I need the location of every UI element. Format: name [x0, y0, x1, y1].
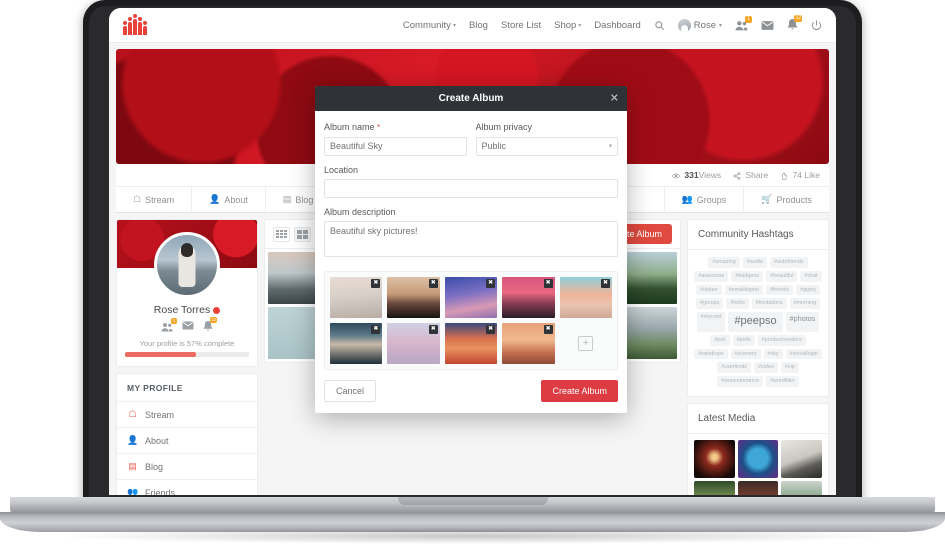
- remove-icon[interactable]: ✖: [543, 279, 553, 288]
- required-marker: *: [377, 123, 381, 132]
- album-privacy-label: Album privacy: [475, 122, 533, 132]
- album-photos-thumbnails: ✖ ✖ ✖ ✖ ✖ ✖ ✖ ✖ ✖ +: [324, 271, 618, 370]
- album-name-input[interactable]: [324, 136, 467, 156]
- remove-icon[interactable]: ✖: [486, 325, 496, 334]
- album-description-label: Album description: [324, 207, 396, 217]
- remove-icon[interactable]: ✖: [428, 325, 438, 334]
- modal-footer: Cancel Create Album: [315, 380, 627, 413]
- description-field-group: Album description Beautiful sky pictures…: [324, 207, 618, 262]
- thumb-dark-sea-dawn: ✖: [330, 323, 383, 364]
- album-name-label: Album name *: [324, 122, 467, 132]
- thumb-orange-storm: ✖: [444, 323, 498, 364]
- plus-icon: +: [578, 336, 594, 351]
- cancel-button[interactable]: Cancel: [324, 380, 377, 402]
- browser-viewport: Community ▾ Blog Store List Shop ▾ Dashb…: [109, 8, 836, 495]
- name-privacy-row: Album name * Album privacy PublicFriends…: [324, 122, 618, 165]
- remove-icon[interactable]: ✖: [428, 279, 438, 288]
- album-name-field-group: Album name *: [324, 122, 467, 156]
- thumb-pale-clouds: ✖: [330, 277, 383, 318]
- thumb-blue-pink-clouds: ✖: [444, 277, 498, 318]
- laptop-shadow: [60, 528, 885, 544]
- create-album-submit-button[interactable]: Create Album: [541, 380, 618, 402]
- album-privacy-select[interactable]: PublicFriendsOnly me: [475, 136, 618, 156]
- album-privacy-select-wrap: PublicFriendsOnly me: [475, 136, 618, 156]
- remove-icon[interactable]: ✖: [371, 325, 381, 334]
- remove-icon[interactable]: ✖: [601, 279, 610, 288]
- location-input[interactable]: [324, 179, 618, 198]
- thumb-beach-people: ✖: [559, 277, 612, 318]
- modal-body: Album name * Album privacy PublicFriends…: [315, 111, 627, 370]
- thumb-lavender-cloud: ✖: [387, 323, 440, 364]
- laptop-base-notch: [397, 497, 548, 505]
- album-description-textarea[interactable]: Beautiful sky pictures!: [324, 221, 618, 257]
- location-field-group: Location: [324, 164, 618, 198]
- thumb-sunset-mountain: ✖: [387, 277, 440, 318]
- modal-overlay: Create Album ✕ Album name * Alb: [109, 8, 836, 495]
- thumb-peach-sunset: ✖: [502, 323, 555, 364]
- modal-header: Create Album ✕: [315, 86, 627, 111]
- create-album-modal: Create Album ✕ Album name * Alb: [315, 86, 627, 413]
- thumb-pink-sea-sunset: ✖: [502, 277, 555, 318]
- laptop-mockup: Community ▾ Blog Store List Shop ▾ Dashb…: [0, 0, 945, 549]
- add-photo-button[interactable]: +: [560, 323, 612, 364]
- location-label: Location: [324, 164, 359, 175]
- album-name-label-text: Album name: [324, 122, 375, 132]
- remove-icon[interactable]: ✖: [543, 325, 553, 334]
- close-icon[interactable]: ✕: [610, 93, 619, 104]
- album-privacy-field-group: Album privacy PublicFriendsOnly me: [475, 122, 618, 156]
- remove-icon[interactable]: ✖: [486, 279, 496, 288]
- modal-title: Create Album: [438, 93, 504, 104]
- remove-icon[interactable]: ✖: [371, 279, 381, 288]
